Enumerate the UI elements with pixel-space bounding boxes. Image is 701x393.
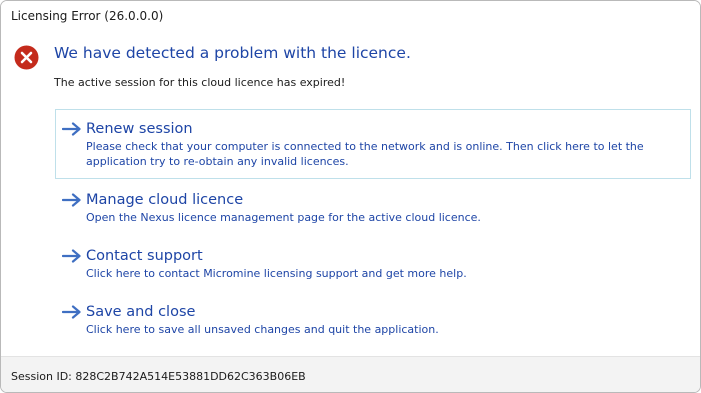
option-title: Save and close	[86, 304, 196, 320]
contact-support-option[interactable]: Contact support Click here to contact Mi…	[55, 236, 691, 288]
option-title: Renew session	[86, 121, 193, 137]
arrow-right-icon	[62, 193, 81, 207]
error-x-icon	[14, 45, 39, 70]
option-description: Click here to contact Micromine licensin…	[86, 267, 467, 280]
title-bar[interactable]: Licensing Error (26.0.0.0)	[1, 1, 700, 32]
arrow-right-icon	[62, 122, 81, 136]
error-subtext: The active session for this cloud licenc…	[54, 76, 346, 89]
option-description: Please check that your computer is conne…	[86, 140, 644, 168]
option-description: Click here to save all unsaved changes a…	[86, 323, 439, 336]
option-title: Manage cloud licence	[86, 192, 244, 208]
option-description: Open the Nexus licence management page f…	[86, 211, 481, 224]
option-title: Contact support	[86, 248, 203, 264]
session-id: Session ID: 828C2B742A514E53881DD62C363B…	[11, 370, 306, 383]
arrow-right-icon	[62, 305, 81, 319]
dialog-content: We have detected a problem with the lice…	[1, 32, 700, 356]
window-title: Licensing Error (26.0.0.0)	[11, 9, 164, 23]
renew-session-option[interactable]: Renew session Please check that your com…	[55, 109, 691, 179]
arrow-right-icon	[62, 249, 81, 263]
error-heading: We have detected a problem with the lice…	[54, 44, 411, 62]
save-and-close-option[interactable]: Save and close Click here to save all un…	[55, 292, 691, 344]
manage-cloud-licence-option[interactable]: Manage cloud licence Open the Nexus lice…	[55, 180, 691, 232]
licensing-error-dialog: Licensing Error (26.0.0.0) We have detec…	[0, 0, 701, 393]
status-footer: Session ID: 828C2B742A514E53881DD62C363B…	[1, 356, 700, 392]
